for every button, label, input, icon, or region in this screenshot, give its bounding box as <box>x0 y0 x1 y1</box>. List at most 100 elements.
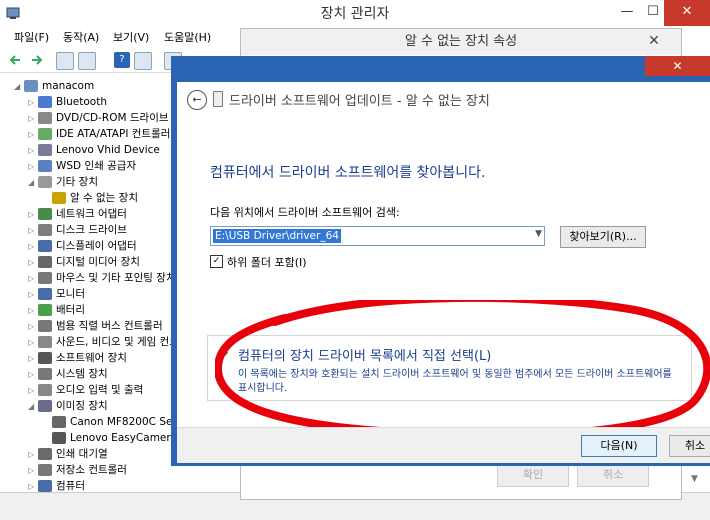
chevron-down-icon[interactable]: ▼ <box>535 229 542 239</box>
tree-item[interactable]: ▷ 디스플레이 어댑터 <box>28 238 137 254</box>
tree-item[interactable]: ▷ 인쇄 대기열 <box>28 446 108 462</box>
network-icon <box>38 208 52 220</box>
tree-item[interactable]: ▷ DVD/CD-ROM 드라이브 <box>28 110 169 126</box>
device-tree: ◢ manacom ▷ Bluetooth ▷ DVD/CD-ROM 드라이브 ▷ IDE A… <box>0 72 172 493</box>
camera-icon <box>52 432 66 444</box>
back-arrow-icon[interactable]: ← <box>187 90 207 110</box>
wizard-title: 드라이버 소프트웨어 업데이트 - 알 수 없는 장치 <box>229 94 490 109</box>
tree-item[interactable]: ▷ 컴퓨터 <box>28 478 85 493</box>
collapsed-arrow-icon[interactable]: ▷ <box>28 127 38 143</box>
tree-item-label: Lenovo EasyCamera <box>70 432 172 444</box>
tree-item[interactable]: Canon MF8200C Series <box>42 414 172 430</box>
properties-close-button[interactable]: ✕ <box>639 32 669 52</box>
back-arrow-icon[interactable] <box>8 52 24 68</box>
properties-dialog-title: 알 수 없는 장치 속성 <box>241 29 681 55</box>
collapsed-arrow-icon[interactable]: ▷ <box>28 223 38 239</box>
collapsed-arrow-icon[interactable]: ▷ <box>28 207 38 223</box>
cancel-button[interactable]: 취소 <box>669 435 710 457</box>
tree-item[interactable]: ▷ Lenovo Vhid Device <box>28 142 160 158</box>
collapsed-arrow-icon[interactable]: ▷ <box>28 255 38 271</box>
tree-item[interactable]: ▷ WSD 인쇄 공급자 <box>28 158 136 174</box>
tree-item[interactable]: ▷ 시스템 장치 <box>28 366 108 382</box>
collapsed-arrow-icon[interactable]: ▷ <box>28 335 38 351</box>
expanded-arrow-icon[interactable]: ◢ <box>28 399 38 415</box>
properties-icon[interactable] <box>56 52 74 70</box>
help-icon[interactable]: ? <box>114 52 130 68</box>
view-icon[interactable] <box>78 52 96 70</box>
maximize-button[interactable]: ☐ <box>642 0 664 26</box>
close-button[interactable]: ✕ <box>664 0 710 26</box>
collapsed-arrow-icon[interactable]: ▷ <box>28 351 38 367</box>
tree-item[interactable]: ▷ 디지털 미디어 장치 <box>28 254 140 270</box>
camera-icon <box>38 400 52 412</box>
wizard-footer: 다음(N) 취소 <box>177 427 710 463</box>
tree-item[interactable]: ▷ 오디오 입력 및 출력 <box>28 382 143 398</box>
tree-item-label: 범용 직렬 버스 컨트롤러 <box>56 320 163 332</box>
collapsed-arrow-icon[interactable]: ▷ <box>28 367 38 383</box>
disc-icon <box>38 112 52 124</box>
menu-view[interactable]: 보기(V) <box>113 28 149 48</box>
tree-item-label: 소프트웨어 장치 <box>56 352 127 364</box>
tree-item[interactable]: Lenovo EasyCamera <box>42 430 172 446</box>
menu-file[interactable]: 파일(F) <box>14 28 49 48</box>
monitor-icon <box>38 288 52 300</box>
tree-item[interactable]: ◢ manacom <box>14 78 94 94</box>
search-location-label: 다음 위치에서 드라이버 소프트웨어 검색: <box>210 206 400 219</box>
collapsed-arrow-icon[interactable]: ▷ <box>28 463 38 479</box>
browse-button[interactable]: 찾아보기(R)... <box>560 226 646 248</box>
driver-update-wizard: ✕ ← 드라이버 소프트웨어 업데이트 - 알 수 없는 장치 컴퓨터에서 드라… <box>171 56 710 466</box>
other-device-icon <box>38 176 52 188</box>
scanner-icon <box>52 416 66 428</box>
tree-item-label: Lenovo Vhid Device <box>56 144 160 156</box>
collapsed-arrow-icon[interactable]: ▷ <box>28 383 38 399</box>
tree-item-label: 디스플레이 어댑터 <box>56 240 137 252</box>
tree-item-label: IDE ATA/ATAPI 컨트롤러 <box>56 128 171 140</box>
expanded-arrow-icon[interactable]: ◢ <box>28 175 38 191</box>
tree-item[interactable]: ▷ 모니터 <box>28 286 85 302</box>
collapsed-arrow-icon[interactable]: ▷ <box>28 95 38 111</box>
next-button[interactable]: 다음(N) <box>581 435 657 457</box>
tree-item[interactable]: ▷ 저장소 컨트롤러 <box>28 462 127 478</box>
tree-item[interactable]: 알 수 없는 장치 <box>42 190 138 206</box>
collapsed-arrow-icon[interactable]: ▷ <box>28 303 38 319</box>
collapsed-arrow-icon[interactable]: ▷ <box>28 479 38 493</box>
forward-arrow-icon[interactable] <box>28 52 44 68</box>
scroll-down-icon[interactable]: ▼ <box>691 474 698 484</box>
wizard-heading: 컴퓨터에서 드라이버 소프트웨어를 찾아봅니다. <box>210 165 486 181</box>
properties-cancel-button[interactable]: 취소 <box>577 463 649 487</box>
expanded-arrow-icon[interactable]: ◢ <box>14 79 24 95</box>
collapsed-arrow-icon[interactable]: ▷ <box>28 111 38 127</box>
tree-item[interactable]: ▷ 마우스 및 기타 포인팅 장치 <box>28 270 172 286</box>
tree-item-label: Canon MF8200C Series <box>70 416 172 428</box>
collapsed-arrow-icon[interactable]: ▷ <box>28 271 38 287</box>
properties-ok-button[interactable]: 확인 <box>497 463 569 487</box>
wizard-close-button[interactable]: ✕ <box>645 56 710 76</box>
minimize-button[interactable]: — <box>612 0 642 26</box>
tree-item[interactable]: ▷ 네트워크 어댑터 <box>28 206 127 222</box>
display-icon <box>38 240 52 252</box>
tree-item[interactable]: ▷ 범용 직렬 버스 컨트롤러 <box>28 318 163 334</box>
collapsed-arrow-icon[interactable]: ▷ <box>28 239 38 255</box>
tree-item-label: 알 수 없는 장치 <box>70 192 138 204</box>
red-annotation-circle <box>215 300 710 440</box>
collapsed-arrow-icon[interactable]: ▷ <box>28 143 38 159</box>
menu-action[interactable]: 동작(A) <box>63 28 99 48</box>
collapsed-arrow-icon[interactable]: ▷ <box>28 287 38 303</box>
tree-item-label: 인쇄 대기열 <box>56 448 108 460</box>
collapsed-arrow-icon[interactable]: ▷ <box>28 447 38 463</box>
tree-item-label: 마우스 및 기타 포인팅 장치 <box>56 272 172 284</box>
tree-item[interactable]: ▷ 디스크 드라이브 <box>28 222 127 238</box>
scan-icon[interactable] <box>134 52 152 70</box>
tree-item[interactable]: ▷ Bluetooth <box>28 94 107 110</box>
tree-item[interactable]: ▷ 사운드, 비디오 및 게임 컨트롤러 <box>28 334 172 350</box>
collapsed-arrow-icon[interactable]: ▷ <box>28 319 38 335</box>
menu-help[interactable]: 도움말(H) <box>164 28 211 48</box>
tree-item[interactable]: ◢ 기타 장치 <box>28 174 98 190</box>
tree-item[interactable]: ▷ 배터리 <box>28 302 85 318</box>
driver-path-combobox[interactable]: E:\USB Driver\driver_64 ▼ <box>210 226 545 246</box>
collapsed-arrow-icon[interactable]: ▷ <box>28 159 38 175</box>
tree-item[interactable]: ◢ 이미징 장치 <box>28 398 108 414</box>
tree-item[interactable]: ▷ IDE ATA/ATAPI 컨트롤러 <box>28 126 170 142</box>
tree-item[interactable]: ▷ 소프트웨어 장치 <box>28 350 127 366</box>
include-subfolders-checkbox[interactable]: ✓ <box>210 255 223 268</box>
